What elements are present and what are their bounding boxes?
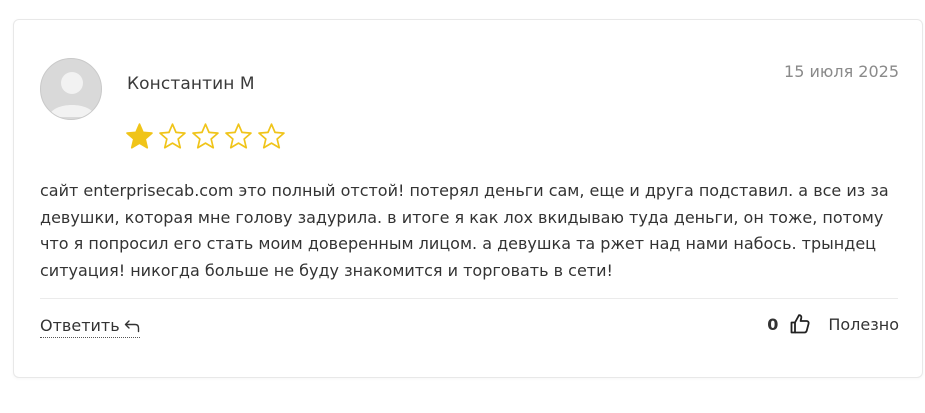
reply-arrow-icon (124, 319, 139, 332)
review-text: сайт enterprisecab.com это полный отстой… (40, 181, 889, 280)
star-outline-icon (192, 123, 219, 149)
helpful-count: 0 (767, 314, 779, 334)
rating-stars (125, 122, 286, 151)
helpful-section: 0 Полезно (767, 312, 899, 336)
reply-label: Ответить (40, 316, 120, 335)
star-outline-icon (225, 123, 252, 149)
reply-button[interactable]: Ответить (40, 316, 140, 338)
review-date: 15 июля 2025 (784, 62, 899, 81)
helpful-label[interactable]: Полезно (828, 315, 899, 334)
review-card: Константин М 15 июля 2025 сайт enterpris… (13, 19, 923, 378)
divider (40, 298, 898, 299)
thumbs-up-icon[interactable] (788, 312, 812, 336)
user-avatar-icon (40, 58, 102, 120)
star-filled-icon (126, 123, 153, 149)
review-author: Константин М (127, 74, 255, 94)
star-outline-icon (258, 123, 285, 149)
star-outline-icon (159, 123, 186, 149)
